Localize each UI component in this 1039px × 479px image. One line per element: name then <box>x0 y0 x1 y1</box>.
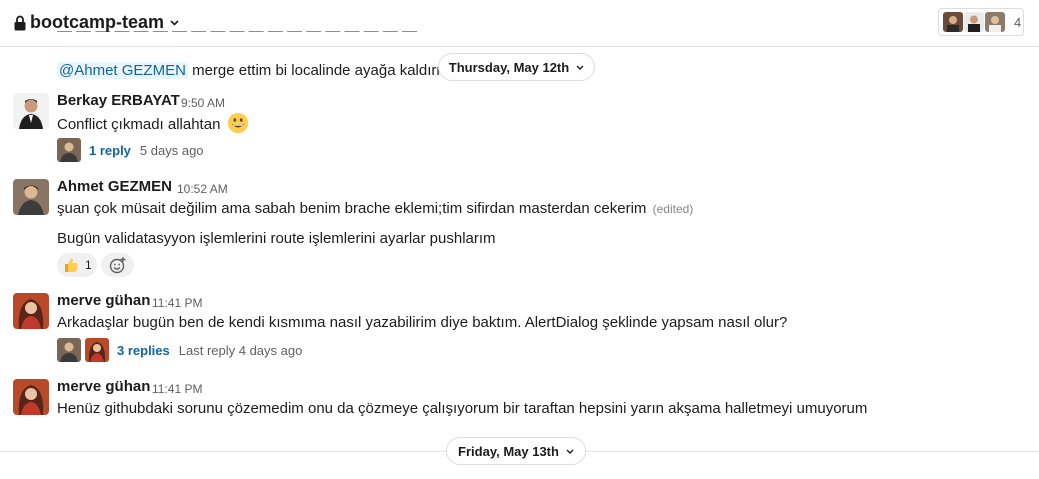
grinning-face-icon <box>227 113 248 133</box>
thread-last-reply: 5 days ago <box>139 142 204 158</box>
thread-participant-avatar <box>57 338 81 362</box>
message-text: Henüz githubdaki sorunu çözemedim onu da… <box>57 400 868 417</box>
lock-icon <box>14 15 26 31</box>
thread-participant-avatar <box>57 138 81 162</box>
edited-label: (edited) <box>652 202 694 216</box>
message-body: şuan çok müsait değilim ama sabah benim … <box>57 200 647 217</box>
member-list-button[interactable]: 4 <box>938 8 1024 36</box>
date-label: Thursday, May 12th <box>448 59 570 75</box>
thread-summary[interactable]: 1 reply 5 days ago <box>57 138 204 162</box>
channel-name-button[interactable]: bootcamp-team <box>14 12 179 33</box>
member-avatar <box>964 12 984 32</box>
message-timestamp[interactable]: 11:41 PM <box>152 382 202 396</box>
sender-name[interactable]: Ahmet GEZMEN <box>57 178 172 195</box>
message-text: Arkadaşlar bugün ben de kendi kısmıma na… <box>57 314 788 331</box>
message-text: Bugün validatasyyon işlemlerini route iş… <box>57 230 496 247</box>
avatar[interactable] <box>13 93 49 129</box>
member-count: 4 <box>1014 14 1022 30</box>
message-timestamp[interactable]: 10:52 AM <box>177 182 228 196</box>
chevron-down-icon <box>566 446 574 456</box>
avatar[interactable] <box>13 179 49 215</box>
add-reaction-button[interactable] <box>101 253 134 277</box>
sender-name[interactable]: merve gühan <box>57 378 150 395</box>
avatar[interactable] <box>13 293 49 329</box>
message-timestamp[interactable]: 9:50 AM <box>181 96 225 110</box>
user-mention[interactable]: @Ahmet GEZMEN <box>57 62 188 79</box>
chevron-down-icon <box>170 17 179 29</box>
thread-participant-avatar <box>85 338 109 362</box>
avatar[interactable] <box>13 379 49 415</box>
message-timestamp[interactable]: 11:41 PM <box>152 296 202 310</box>
message-text: Conflict çıkmadı allahtan <box>57 113 248 135</box>
member-avatar <box>943 12 963 32</box>
add-reaction-icon <box>109 256 127 274</box>
thread-last-reply: Last reply 4 days ago <box>178 342 303 358</box>
thread-replies-link[interactable]: 1 reply <box>89 143 131 158</box>
thumbs-up-icon <box>63 257 79 273</box>
reaction-thumbs-up[interactable]: 1 <box>57 253 97 277</box>
clipped-message-line: — — — — — — — — — — — — — — — — — — — <box>57 31 437 47</box>
channel-name: bootcamp-team <box>30 12 165 32</box>
partial-message-text: @Ahmet GEZMEN merge ettim bi localinde a… <box>57 61 449 81</box>
thread-summary[interactable]: 3 replies Last reply 4 days ago <box>57 338 302 362</box>
member-avatar <box>985 12 1005 32</box>
sender-name[interactable]: merve gühan <box>57 292 150 309</box>
thread-replies-link[interactable]: 3 replies <box>117 343 170 358</box>
chevron-down-icon <box>576 62 584 72</box>
date-divider-thursday[interactable]: Thursday, May 12th <box>438 53 595 81</box>
sender-name[interactable]: Berkay ERBAYAT <box>57 92 180 109</box>
partial-message-body: merge ettim bi localinde ayağa kaldırm <box>187 62 449 79</box>
message-text: şuan çok müsait değilim ama sabah benim … <box>57 199 693 219</box>
message-body: Conflict çıkmadı allahtan <box>57 116 221 133</box>
date-label: Friday, May 13th <box>458 443 559 459</box>
reaction-count: 1 <box>85 258 92 272</box>
date-divider-friday[interactable]: Friday, May 13th <box>446 437 586 465</box>
